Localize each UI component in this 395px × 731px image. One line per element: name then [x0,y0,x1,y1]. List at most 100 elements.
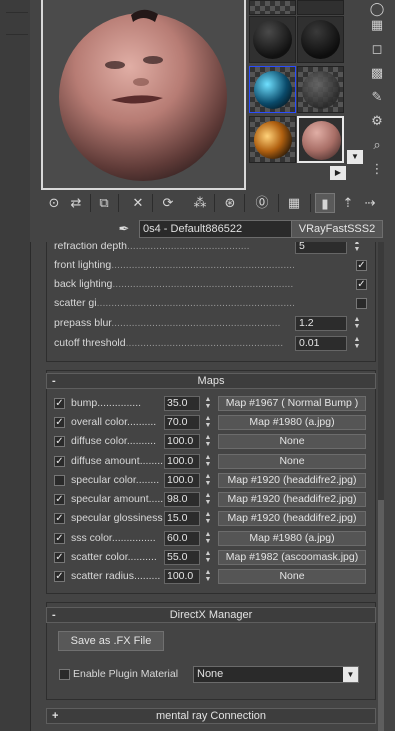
uv-tiling-icon[interactable]: ▩ [368,64,386,82]
make-preview-icon[interactable]: ⚙ [368,112,386,130]
map-amount-spinner[interactable]: 100.0 [164,454,200,469]
map-amount-spinner[interactable]: 100.0 [164,473,200,488]
map-amount-spinner[interactable]: 15.0 [164,511,200,526]
show-end-result-icon[interactable]: ▮ [315,193,335,213]
backlight-icon[interactable]: ▦ [368,16,386,34]
save-fx-file-button[interactable]: Save as .FX File [58,631,164,651]
maps-rollout-header[interactable]: - Maps [46,373,376,389]
material-name-dropdown[interactable]: 0s4 - Default886522 ▼ [139,220,315,238]
map-enable-checkbox[interactable]: ✓ [54,417,65,428]
spinner-arrows-icon[interactable]: ▲ ▼ [203,396,213,411]
map-enable-checkbox[interactable]: ✓ [54,513,65,524]
map-row-sss-color: ✓ sss color............... 60.0 ▲ ▼ Map #… [54,530,370,548]
map-slot-button[interactable]: None [218,454,366,469]
spinner-arrows-icon[interactable]: ▲ ▼ [352,316,362,331]
map-slot-button[interactable]: Map #1980 (a.jpg) [218,415,366,430]
map-slot-button[interactable]: Map #1920 (headdifre2.jpg) [218,492,366,507]
video-check-icon[interactable]: ✎ [368,88,386,106]
map-row-diffuse-amount: ✓ diffuse amount......... 100.0 ▲▼ None [54,453,370,471]
directx-rollout-header[interactable]: - DirectX Manager [46,607,376,623]
assign-material-icon[interactable]: ⧉ [94,193,114,213]
sample-slot[interactable] [297,66,344,113]
map-amount-spinner[interactable]: 35.0 [164,396,200,411]
map-enable-checkbox[interactable]: ✓ [54,552,65,563]
sample-slot[interactable] [297,16,344,63]
make-copy-icon[interactable]: ⟳ [158,193,178,213]
material-id-icon[interactable]: ⓪ [252,193,272,213]
mental-ray-rollout-header[interactable]: + mental ray Connection [46,708,376,724]
spinner-arrows-icon[interactable]: ▲ ▼ [352,336,362,351]
param-back-lighting: back lighting...........................… [54,278,367,290]
spinner-arrows-icon[interactable]: ▲ ▼ [203,454,213,469]
material-preview-large[interactable] [41,0,246,190]
map-amount-spinner[interactable]: 60.0 [164,531,200,546]
map-slot-button[interactable]: None [218,434,366,449]
map-amount-spinner[interactable]: 55.0 [164,550,200,565]
map-enable-checkbox[interactable]: ✓ [54,571,65,582]
reset-map-icon[interactable]: ✕ [128,193,148,213]
map-enable-checkbox[interactable]: ✓ [54,494,65,505]
put-to-scene-icon[interactable]: ⇄ [66,193,86,213]
prepass-blur-spinner[interactable]: 1.2 [295,316,347,331]
map-amount-spinner[interactable]: 70.0 [164,415,200,430]
map-row-diffuse-color: ✓ diffuse color.......... 100.0 ▲ ▼ None [54,433,370,451]
sample-slot[interactable] [249,16,296,63]
spinner-arrows-icon[interactable]: ▲ ▼ [352,242,362,254]
map-slot-button[interactable]: Map #1920 (headdifre2.jpg) [218,473,366,488]
front-lighting-checkbox[interactable]: ✓ [356,260,367,271]
go-forward-icon[interactable]: ⇢ [360,193,380,213]
slots-scroll-down-icon[interactable]: ▼ [347,150,363,164]
material-type-button[interactable]: VRayFastSSS2 [291,220,383,238]
sample-slot-active[interactable] [297,116,344,163]
sample-slot[interactable] [249,116,296,163]
sample-slot[interactable] [297,0,344,15]
map-slot-button[interactable]: Map #1980 (a.jpg) [218,531,366,546]
put-to-library-icon[interactable]: ⊛ [220,193,240,213]
spinner-arrows-icon[interactable]: ▲ ▼ [203,492,213,507]
plugin-material-dropdown[interactable]: None ▼ [193,666,359,683]
map-label: sss color [71,532,112,544]
spinner-arrows-icon[interactable]: ▲ ▼ [203,511,213,526]
show-map-icon[interactable]: ▦ [284,193,304,213]
map-enable-checkbox[interactable]: ✓ [54,456,65,467]
eyedropper-icon[interactable]: ✒ [116,221,132,237]
cutoff-threshold-spinner[interactable]: 0.01 [295,336,347,351]
refraction-depth-spinner[interactable]: 5 [295,242,347,254]
spinner-arrows-icon[interactable]: ▲ ▼ [203,415,213,430]
select-by-material-icon[interactable]: ⋮ [368,160,386,178]
map-row-bump: ✓ bump............... 35.0 ▲ ▼ Map #1967 … [54,395,370,413]
map-slot-button[interactable]: None [218,569,366,584]
map-enable-checkbox[interactable]: ✓ [54,533,65,544]
param-label: prepass blur [54,317,112,329]
sample-slot[interactable] [249,66,296,113]
chevron-down-icon[interactable]: ▼ [343,667,358,682]
sample-slot[interactable] [249,0,296,15]
spinner-arrows-icon[interactable]: ▲ ▼ [203,569,213,584]
map-amount-spinner[interactable]: 100.0 [164,434,200,449]
spinner-arrows-icon[interactable]: ▲ ▼ [203,473,213,488]
map-enable-checkbox[interactable]: ✓ [54,436,65,447]
map-slot-button[interactable]: Map #1982 (ascoomask.jpg) [218,550,366,565]
enable-plugin-checkbox[interactable] [59,669,70,680]
map-amount-spinner[interactable]: 98.0 [164,492,200,507]
map-slot-button[interactable]: Map #1920 (headdifre2.jpg) [218,511,366,526]
map-label: specular amount [71,493,149,505]
map-enable-checkbox[interactable]: ✓ [54,398,65,409]
slots-scroll-right-icon[interactable]: ▶ [330,166,346,180]
plugin-selected-value: None [197,668,224,680]
spinner-arrows-icon[interactable]: ▲ ▼ [203,550,213,565]
map-amount-spinner[interactable]: 100.0 [164,569,200,584]
back-lighting-checkbox[interactable]: ✓ [356,279,367,290]
map-enable-checkbox[interactable] [54,475,65,486]
scatter-gi-checkbox[interactable] [356,298,367,309]
spinner-arrows-icon[interactable]: ▲ ▼ [203,434,213,449]
map-label: diffuse color [71,435,127,447]
get-material-icon[interactable]: ⊙ [44,193,64,213]
background-icon[interactable]: ◻ [368,40,386,58]
panel-scrollbar-thumb[interactable] [378,500,384,731]
go-to-parent-icon[interactable]: ⇡ [338,193,358,213]
options-icon[interactable]: ⌕ [368,136,386,154]
spinner-arrows-icon[interactable]: ▲ ▼ [203,531,213,546]
make-unique-icon[interactable]: ⁂ [190,193,210,213]
map-slot-button[interactable]: Map #1967 ( Normal Bump ) [218,396,366,411]
